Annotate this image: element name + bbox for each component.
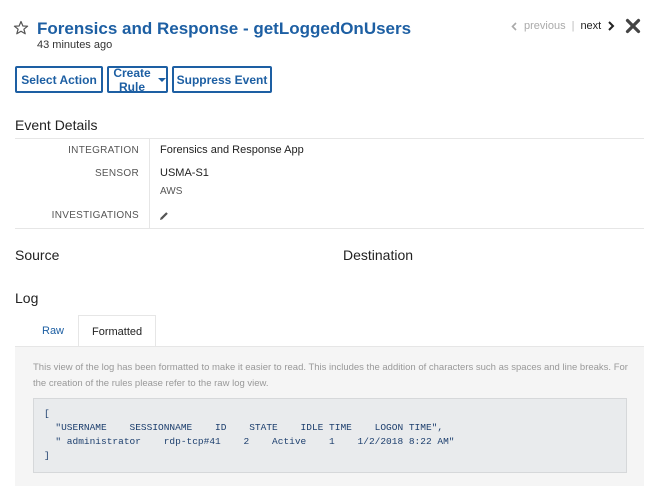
next-link[interactable]: next bbox=[580, 20, 615, 32]
pager: previous | next bbox=[511, 20, 615, 32]
tab-raw[interactable]: Raw bbox=[15, 315, 78, 347]
select-action-button[interactable]: Select Action bbox=[15, 66, 103, 93]
chevron-left-icon bbox=[511, 21, 517, 31]
code-line: ] bbox=[44, 450, 50, 461]
page-title: Forensics and Response - getLoggedOnUser… bbox=[37, 19, 412, 38]
log-panel: This view of the log has been formatted … bbox=[15, 346, 644, 486]
tab-formatted[interactable]: Formatted bbox=[78, 315, 157, 347]
destination-heading: Destination bbox=[343, 247, 414, 263]
suppress-event-label: Suppress Event bbox=[176, 72, 268, 87]
sensor-value: USMA-S1 bbox=[160, 167, 209, 179]
next-label: next bbox=[580, 20, 602, 32]
star-icon[interactable] bbox=[13, 20, 29, 36]
log-format-note: This view of the log has been formatted … bbox=[33, 362, 628, 389]
integration-value: Forensics and Response App bbox=[160, 144, 304, 156]
caret-down-icon bbox=[158, 78, 166, 82]
suppress-event-button[interactable]: Suppress Event bbox=[172, 66, 272, 93]
timestamp: 43 minutes ago bbox=[37, 39, 113, 51]
code-line: "USERNAME SESSIONNAME ID STATE IDLE TIME… bbox=[44, 422, 444, 433]
details-label-column: INTEGRATION SENSOR INVESTIGATIONS bbox=[15, 139, 150, 228]
source-heading: Source bbox=[15, 247, 60, 263]
sensor-label: SENSOR bbox=[94, 168, 139, 179]
sensor-sub-value: AWS bbox=[160, 186, 183, 197]
code-line: " administrator rdp-tcp#41 2 Active 1 1/… bbox=[44, 436, 455, 447]
previous-link[interactable]: previous bbox=[511, 20, 566, 32]
previous-label: previous bbox=[524, 20, 566, 32]
event-header: Forensics and Response - getLoggedOnUser… bbox=[0, 0, 661, 60]
log-tabs: Raw Formatted bbox=[15, 315, 157, 347]
create-rule-label: Create Rule bbox=[113, 65, 151, 94]
log-heading: Log bbox=[15, 290, 39, 306]
event-details-table: INTEGRATION SENSOR INVESTIGATIONS Forens… bbox=[15, 138, 644, 229]
pencil-icon[interactable] bbox=[159, 211, 169, 221]
close-icon[interactable] bbox=[625, 18, 641, 34]
integration-label: INTEGRATION bbox=[68, 145, 139, 156]
select-action-label: Select Action bbox=[21, 72, 97, 87]
create-rule-button[interactable]: Create Rule bbox=[107, 65, 168, 94]
log-code-block: [ "USERNAME SESSIONNAME ID STATE IDLE TI… bbox=[33, 398, 627, 473]
chevron-right-icon bbox=[608, 21, 615, 31]
investigations-label: INVESTIGATIONS bbox=[51, 210, 139, 221]
code-line: [ bbox=[44, 408, 50, 419]
pager-divider: | bbox=[571, 20, 575, 32]
event-details-heading: Event Details bbox=[15, 117, 98, 133]
action-bar: Select Action Create Rule Suppress Event bbox=[15, 65, 276, 94]
